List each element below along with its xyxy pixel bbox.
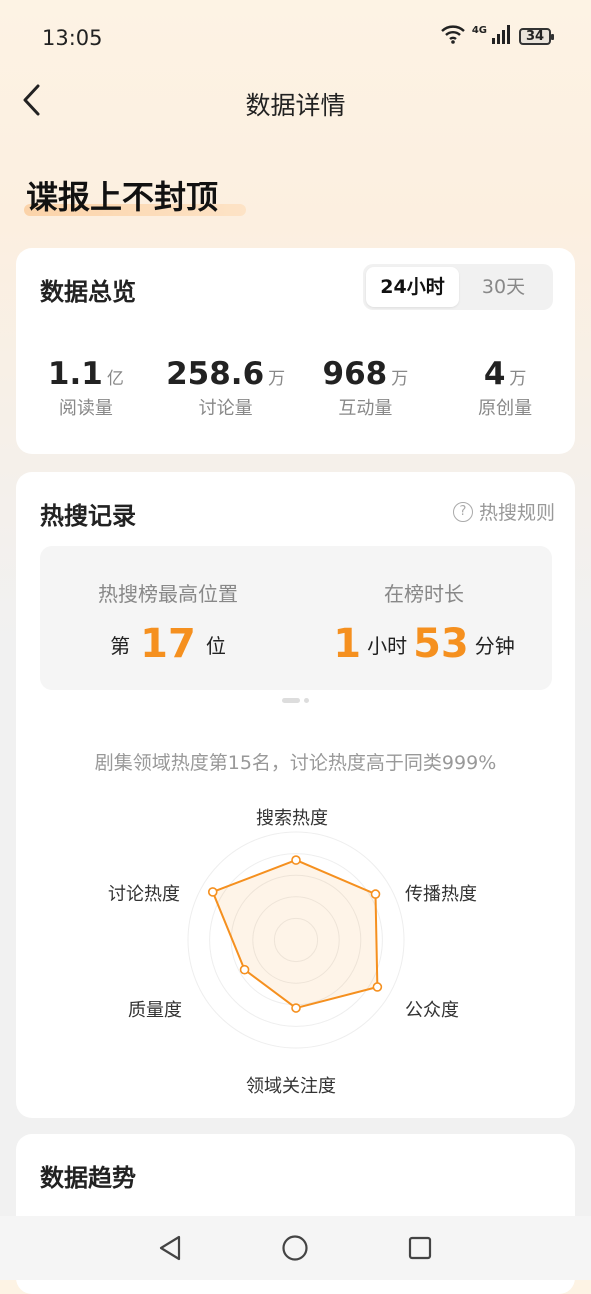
status-time: 13:05 — [42, 26, 103, 50]
rank-label: 热搜榜最高位置 — [98, 582, 238, 606]
page-title: 数据详情 — [245, 91, 346, 120]
stat-interactions: 968 万 互动量 — [296, 356, 436, 420]
rank-prefix: 第 — [110, 634, 131, 658]
duration-hours: 1 — [333, 621, 362, 667]
stat-value: 1.1 — [47, 356, 103, 392]
radar-area — [211, 859, 379, 1010]
rank-box: 热搜榜最高位置 第 17 位 在榜时长 1 小时 53 分钟 — [40, 546, 552, 690]
radar-point — [239, 964, 250, 975]
hot-search-card: 热搜记录 ? 热搜规则 热搜榜最高位置 第 17 位 在榜时长 1 小时 53 分钟 剧集… — [16, 472, 575, 1118]
stat-value: 968 — [322, 356, 388, 392]
battery-icon: 34 — [519, 27, 554, 45]
radar-label-quality: 质量度 — [128, 1000, 182, 1021]
tab-24h[interactable]: 24小时 — [366, 267, 459, 307]
circle-home-icon — [282, 1235, 308, 1261]
rank-position: 热搜榜最高位置 第 17 位 — [40, 578, 296, 667]
radar-point — [370, 889, 381, 899]
nav-home-button[interactable] — [279, 1232, 311, 1264]
battery-level: 34 — [525, 28, 545, 44]
stat-unit: 万 — [268, 369, 286, 389]
stat-unit: 万 — [509, 369, 527, 389]
question-circle-icon: ? — [452, 501, 473, 522]
stat-reads: 1.1 亿 阅读量 — [16, 356, 156, 420]
stat-value: 258.6 — [166, 356, 265, 392]
duration-label: 在榜时长 — [384, 582, 464, 606]
radar-chart — [187, 831, 405, 1049]
summary-text: 剧集领域热度第15名，讨论热度高于同类999% — [94, 752, 497, 774]
stat-unit: 亿 — [106, 369, 124, 389]
stat-label: 原创量 — [478, 398, 533, 419]
trend-title: 数据趋势 — [40, 1164, 136, 1192]
rules-label: 热搜规则 — [478, 502, 555, 524]
overview-title: 数据总览 — [40, 278, 136, 306]
stat-discussions: 258.6 万 讨论量 — [156, 356, 296, 420]
wifi-icon — [440, 24, 466, 48]
stat-label: 互动量 — [338, 398, 393, 419]
page-dot — [304, 698, 309, 703]
system-nav-bar — [0, 1216, 591, 1280]
tab-30d[interactable]: 30天 — [457, 267, 550, 307]
rank-value: 17 — [140, 621, 196, 667]
radar-label-spread: 传播热度 — [405, 884, 477, 905]
radar-label-public: 公众度 — [405, 1000, 459, 1021]
hot-search-rules-link[interactable]: ? 热搜规则 — [452, 498, 555, 525]
network-type: 4G — [471, 24, 487, 36]
nav-back-button[interactable] — [154, 1232, 186, 1264]
hot-search-title: 热搜记录 — [40, 502, 136, 530]
triangle-back-icon — [159, 1235, 181, 1261]
radar-point — [372, 982, 383, 992]
stat-label: 阅读量 — [58, 398, 113, 419]
nav-recents-button[interactable] — [404, 1232, 436, 1264]
radar-label-domain: 领域关注度 — [246, 1076, 336, 1097]
status-icons: 4G 34 — [440, 24, 554, 48]
signal-icon — [491, 24, 513, 48]
overview-card: 数据总览 24小时 30天 1.1 亿 阅读量 258.6 万 讨论量 968 万 互… — [16, 248, 575, 454]
time-range-toggle: 24小时 30天 — [363, 264, 553, 310]
square-recents-icon — [408, 1236, 432, 1260]
stat-value: 4 — [483, 356, 506, 392]
radar-point — [291, 1003, 301, 1013]
stats-row: 1.1 亿 阅读量 258.6 万 讨论量 968 万 互动量 4万 原创量 — [16, 356, 575, 420]
radar-point — [207, 887, 218, 897]
stat-originals: 4万 原创量 — [435, 356, 575, 420]
duration-hours-unit: 小时 — [367, 634, 408, 658]
on-list-duration: 在榜时长 1 小时 53 分钟 — [296, 578, 552, 667]
duration-minutes-unit: 分钟 — [474, 634, 515, 658]
duration-minutes: 53 — [413, 621, 469, 667]
page-indicator — [16, 698, 575, 703]
radar-label-discussion: 讨论热度 — [108, 884, 180, 905]
page-dot-active — [282, 698, 300, 703]
radar-point — [291, 855, 301, 865]
stat-unit: 万 — [391, 369, 409, 389]
radar-label-search: 搜索热度 — [256, 808, 328, 829]
rank-suffix: 位 — [205, 634, 226, 658]
topic-title: 谍报上不封顶 — [26, 178, 219, 216]
stat-label: 讨论量 — [198, 398, 253, 419]
